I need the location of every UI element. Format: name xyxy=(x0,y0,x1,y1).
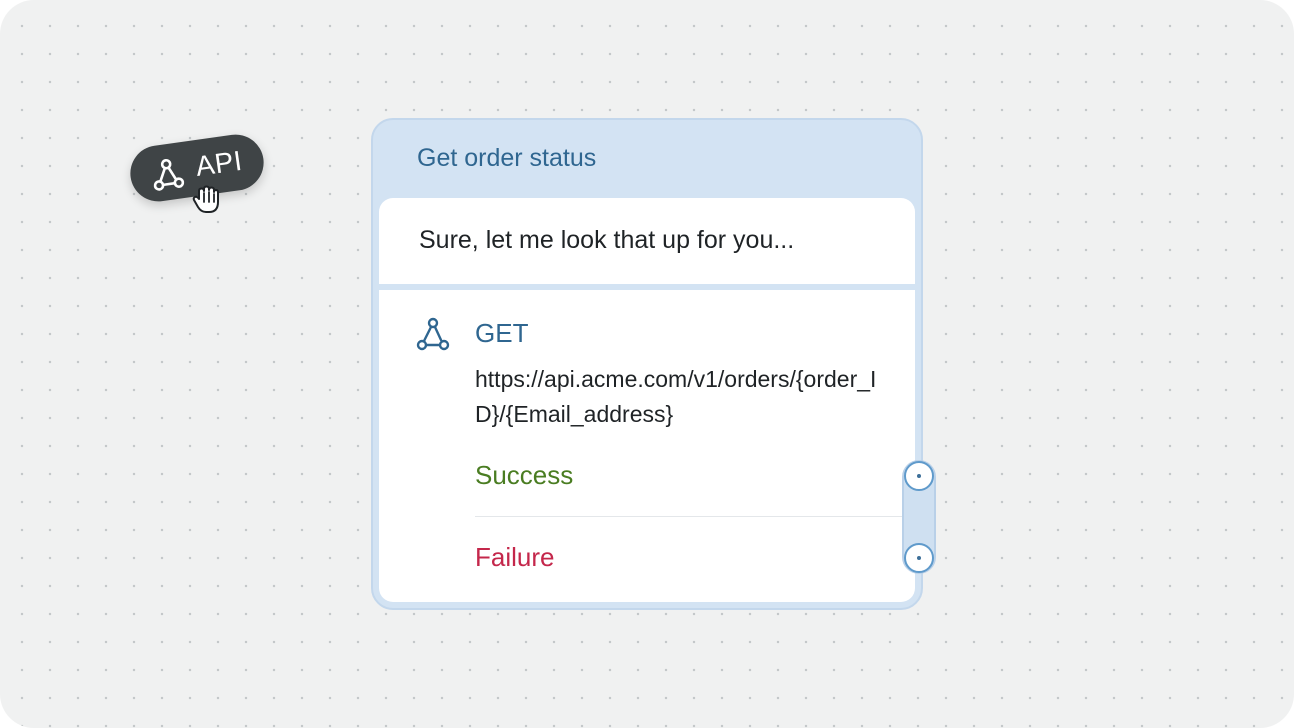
api-request-block[interactable]: GET https://api.acme.com/v1/orders/{orde… xyxy=(379,290,915,602)
message-block[interactable]: Sure, let me look that up for you... xyxy=(379,198,915,284)
api-node-card[interactable]: Get order status Sure, let me look that … xyxy=(371,118,923,610)
failure-outcome: Failure xyxy=(475,542,555,572)
api-chip-label: API xyxy=(193,144,245,183)
success-outcome: Success xyxy=(475,460,574,490)
failure-port[interactable] xyxy=(904,543,934,573)
grab-hand-cursor-icon xyxy=(192,185,219,213)
api-webhook-icon xyxy=(416,317,450,351)
message-text: Sure, let me look that up for you... xyxy=(419,226,795,254)
api-webhook-icon xyxy=(153,158,185,191)
outcome-divider xyxy=(475,516,905,517)
request-url: https://api.acme.com/v1/orders/{order_ID… xyxy=(475,366,877,427)
flow-canvas[interactable]: API Get order status Sure, let me look t… xyxy=(0,0,1294,728)
success-port[interactable] xyxy=(904,461,934,491)
http-method: GET xyxy=(475,318,529,348)
node-title: Get order status xyxy=(417,144,597,172)
